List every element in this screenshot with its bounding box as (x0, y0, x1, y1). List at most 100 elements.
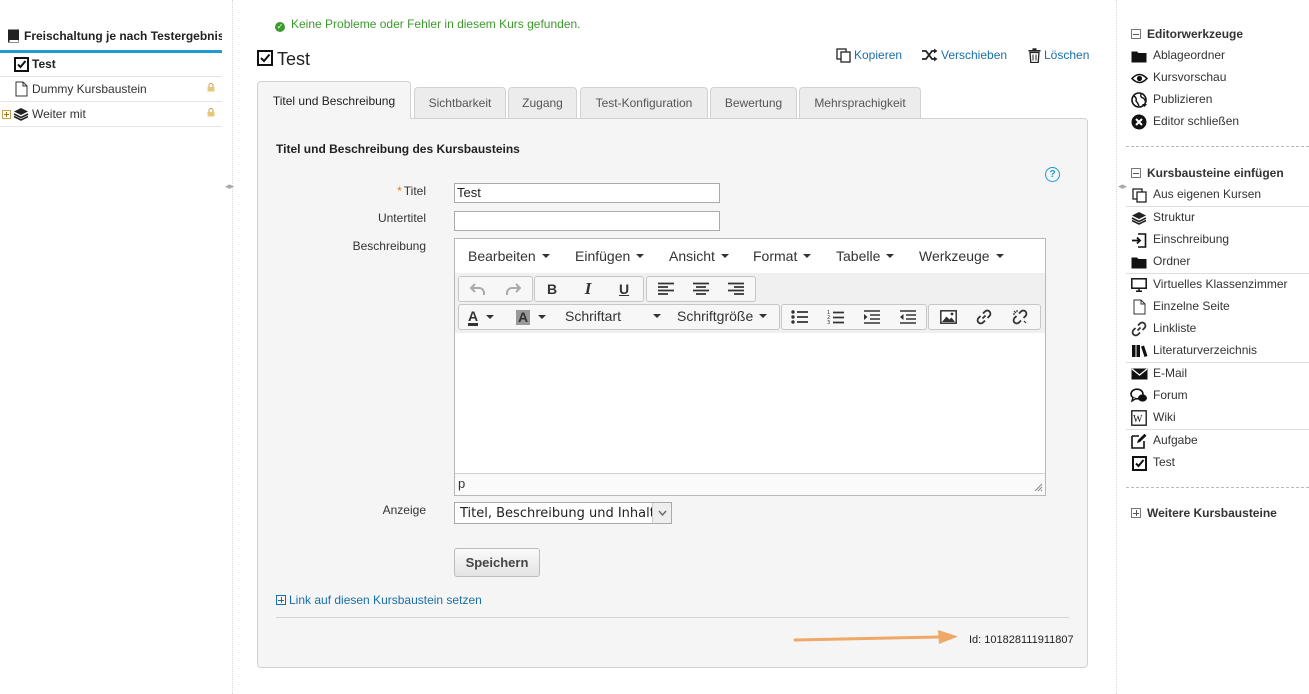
insert-enrollment[interactable]: Einschreibung (1130, 229, 1309, 251)
unlink-button[interactable] (1003, 305, 1037, 329)
bold-button[interactable]: B (535, 277, 569, 301)
subtitle-input[interactable] (454, 211, 720, 231)
node-link-toggle[interactable]: Link auf diesen Kursbaustein setzen (276, 593, 482, 607)
more-nodes-header[interactable]: Weitere Kursbausteine (1131, 506, 1277, 520)
indent-button[interactable] (855, 305, 889, 329)
align-left-button[interactable] (649, 277, 683, 301)
insert-link-list[interactable]: Linkliste (1130, 318, 1309, 340)
tree-item-weiter[interactable]: Weiter mit (0, 102, 222, 127)
italic-button[interactable]: I (571, 277, 605, 301)
insert-wiki[interactable]: W Wiki (1130, 407, 1309, 429)
delete-button[interactable]: Löschen (1027, 47, 1089, 63)
link-icon (976, 309, 992, 325)
save-button[interactable]: Speichern (454, 548, 540, 577)
insert-forum[interactable]: Forum (1130, 385, 1309, 407)
copy-button[interactable]: Kopieren (835, 47, 902, 63)
history-group (458, 276, 533, 302)
copy-label: Kopieren (854, 48, 903, 62)
image-button[interactable] (931, 305, 965, 329)
element-path[interactable]: p (458, 476, 465, 491)
insert-single-page[interactable]: Einzelne Seite (1130, 296, 1309, 318)
tool-storage-folder[interactable]: Ablageordner (1130, 45, 1309, 67)
menu-edit[interactable]: Bearbeiten (468, 248, 550, 264)
tree-item-test[interactable]: Test (0, 52, 222, 77)
link-button[interactable] (967, 305, 1001, 329)
bg-color-label: A (516, 308, 531, 325)
underline-button[interactable]: U (607, 277, 641, 301)
font-family-dropdown[interactable]: Schriftart (565, 308, 662, 324)
insert-nodes-header[interactable]: Kursbausteine einfügen (1131, 166, 1284, 180)
menu-insert-label: Einfügen (575, 248, 631, 264)
tool-close-editor[interactable]: Editor schließen (1130, 111, 1309, 133)
tool-publish[interactable]: Publizieren (1130, 89, 1309, 111)
insert-test[interactable]: Test (1130, 452, 1309, 474)
menu-insert[interactable]: Einfügen (575, 248, 645, 264)
align-right-button[interactable] (719, 277, 753, 301)
globe-icon (1130, 91, 1148, 109)
insert-label: Struktur (1153, 210, 1196, 224)
tab-access[interactable]: Zugang (508, 87, 577, 118)
tab-multilingual[interactable]: Mehrsprachigkeit (799, 87, 921, 118)
right-resize-handle[interactable]: ◂▸ (1118, 181, 1127, 192)
lock-icon (206, 107, 216, 117)
display-select[interactable]: Titel, Beschreibung und Inhalt (454, 502, 672, 524)
tool-course-preview[interactable]: Kursvorschau (1130, 67, 1309, 89)
insert-bibliography[interactable]: Literaturverzeichnis (1130, 340, 1309, 362)
align-right-icon (728, 282, 744, 295)
insert-label: Einzelne Seite (1153, 299, 1230, 313)
menu-table[interactable]: Tabelle (836, 248, 895, 264)
align-center-button[interactable] (684, 277, 718, 301)
undo-button[interactable] (461, 277, 495, 301)
redo-button[interactable] (496, 277, 530, 301)
expand-icon[interactable] (1, 109, 11, 119)
caret-down-icon (653, 314, 662, 318)
tab-test-configuration[interactable]: Test-Konfiguration (580, 87, 708, 118)
caret-down-icon (995, 254, 1004, 258)
insert-from-own-courses[interactable]: Aus eigenen Kursen (1130, 184, 1309, 206)
align-left-icon (658, 282, 674, 295)
insert-assignment[interactable]: Aufgabe (1130, 430, 1309, 452)
caret-down-icon (803, 254, 812, 258)
copy-icon (835, 47, 851, 63)
tab-assessment[interactable]: Bewertung (710, 87, 797, 118)
redo-icon (506, 283, 521, 295)
tree-item-dummy[interactable]: Dummy Kursbaustein (0, 77, 222, 102)
tab-visibility[interactable]: Sichtbarkeit (414, 87, 506, 118)
editor-tools-header[interactable]: Editorwerkzeuge (1131, 27, 1243, 41)
title-input[interactable] (454, 183, 720, 203)
course-tree: Freischaltung je nach Testergebnis Test … (0, 0, 222, 694)
expand-icon (1131, 508, 1141, 518)
insert-email[interactable]: E-Mail (1130, 363, 1309, 385)
font-size-dropdown[interactable]: Schriftgröße (677, 308, 768, 324)
menu-tools[interactable]: Werkzeuge (919, 248, 1004, 264)
insert-structure[interactable]: Struktur (1130, 207, 1309, 229)
status-message-text: Keine Probleme oder Fehler in diesem Kur… (291, 17, 581, 31)
required-marker: * (397, 184, 402, 198)
page-icon (12, 80, 30, 98)
bg-color-button[interactable]: A (508, 305, 552, 329)
menu-view[interactable]: Ansicht (669, 248, 729, 264)
checkbox-icon (12, 55, 30, 73)
editor-content-area[interactable] (455, 333, 1045, 473)
move-button[interactable]: Verschieben (920, 47, 1007, 63)
tree-root[interactable]: Freischaltung je nach Testergebnis (0, 26, 222, 53)
insert-folder[interactable]: Ordner (1130, 251, 1309, 273)
outdent-button[interactable] (891, 305, 925, 329)
caret-down-icon (486, 315, 495, 319)
move-label: Verschieben (941, 48, 1008, 62)
help-icon[interactable]: ? (1045, 167, 1060, 182)
left-resize-handle[interactable]: ◂▸ (225, 181, 234, 192)
font-color-button[interactable]: A (462, 305, 502, 329)
insert-virtual-classroom[interactable]: Virtuelles Klassenzimmer (1130, 274, 1309, 296)
indent-icon (864, 310, 880, 324)
tab-title-description[interactable]: Titel und Beschreibung (257, 81, 411, 119)
left-divider (232, 0, 233, 694)
plus-box-icon (276, 595, 286, 605)
numbered-list-button[interactable]: 123 (819, 305, 853, 329)
caret-down-icon (886, 254, 895, 258)
menu-format[interactable]: Format (753, 248, 812, 264)
eye-icon (1130, 69, 1148, 87)
resize-grip-icon[interactable] (1033, 482, 1043, 492)
bullet-list-button[interactable] (783, 305, 817, 329)
insert-group (928, 304, 1041, 330)
